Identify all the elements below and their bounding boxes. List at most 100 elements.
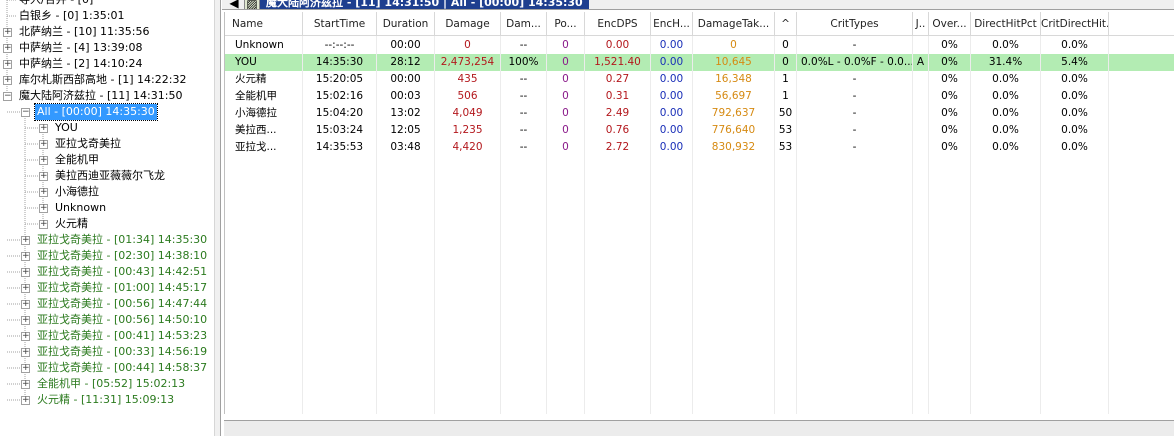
table-cell: 0.0% bbox=[1041, 122, 1109, 139]
table-cell: 15:02:16 bbox=[303, 88, 377, 105]
tree-item-label: 北萨纳兰 - [10] 11:35:56 bbox=[19, 25, 150, 38]
header-col-critdirecthit[interactable]: CritDirectHit... bbox=[1041, 12, 1109, 36]
expand-icon[interactable]: + bbox=[39, 220, 48, 229]
header-col-job[interactable]: J.. bbox=[913, 12, 929, 36]
table-cell: - bbox=[797, 71, 913, 88]
table-cell: 1 bbox=[775, 88, 797, 105]
header-col-damage-taken[interactable]: DamageTak... bbox=[693, 12, 775, 36]
table-cell: 0.00 bbox=[651, 37, 693, 54]
table-row[interactable]: 全能机甲 15:02:16 00:03 506 -- 0 0.31 0.00 56,697 1-0… bbox=[225, 88, 1174, 105]
tree-item-label: 亚拉戈奇美拉 - [00:56] 14:50:10 bbox=[37, 313, 208, 326]
table-cell: -- bbox=[501, 88, 547, 105]
header-col-damage[interactable]: Damage bbox=[435, 12, 501, 36]
header-col-sort[interactable]: ^ bbox=[775, 12, 797, 36]
expand-icon[interactable]: + bbox=[39, 124, 48, 133]
header-col-starttime[interactable]: StartTime bbox=[303, 12, 377, 36]
table-cell: 0% bbox=[929, 105, 971, 122]
expand-icon[interactable]: + bbox=[3, 60, 12, 69]
table-cell: -- bbox=[501, 105, 547, 122]
expand-icon[interactable]: + bbox=[21, 380, 30, 389]
header-col-name[interactable]: Name bbox=[225, 12, 303, 36]
expand-icon[interactable]: + bbox=[21, 396, 30, 405]
table-row[interactable]: 火元精 15:20:05 00:00 435 -- 0 0.27 0.00 16,348 1-0%… bbox=[225, 71, 1174, 88]
panel-splitter[interactable] bbox=[214, 0, 221, 436]
table-cell: 00:00 bbox=[377, 71, 435, 88]
table-cell: 0.0%L - 0.0%F - 0.0... bbox=[797, 54, 913, 71]
tree-item-label: 亚拉戈奇美拉 bbox=[55, 137, 121, 150]
header-col-enchps[interactable]: EncH... bbox=[651, 12, 693, 36]
table-cell: 0.00 bbox=[585, 37, 651, 54]
table-cell: 1,521.40 bbox=[585, 54, 651, 71]
expand-icon[interactable]: + bbox=[3, 28, 12, 37]
header-col-damage-pct[interactable]: Dam... bbox=[501, 12, 547, 36]
table-cell: -- bbox=[501, 71, 547, 88]
collapse-icon[interactable]: − bbox=[3, 92, 12, 101]
back-arrow-icon[interactable]: ◀ bbox=[226, 0, 242, 9]
table-cell: 00:00 bbox=[377, 37, 435, 54]
table-cell: 0.00 bbox=[651, 71, 693, 88]
expand-icon[interactable]: + bbox=[21, 236, 30, 245]
table-cell: 0.0% bbox=[1041, 37, 1109, 54]
expand-icon[interactable]: + bbox=[3, 44, 12, 53]
header-col-overheal[interactable]: Over... bbox=[929, 12, 971, 36]
expand-icon[interactable]: + bbox=[21, 300, 30, 309]
table-cell: 0 bbox=[435, 37, 501, 54]
table-cell: 0% bbox=[929, 88, 971, 105]
table-row[interactable]: Unknown --:--:-- 00:00 0 -- 0 0.00 0.00 0 0-0% 0.0… bbox=[225, 37, 1174, 54]
expand-icon[interactable]: + bbox=[21, 364, 30, 373]
table-cell: 0 bbox=[547, 139, 585, 156]
table-cell: 0.0% bbox=[971, 37, 1041, 54]
expand-icon[interactable]: + bbox=[39, 172, 48, 181]
header-col-directhit-pct[interactable]: DirectHitPct bbox=[971, 12, 1041, 36]
expand-icon[interactable]: + bbox=[21, 348, 30, 357]
table-cell: -- bbox=[501, 122, 547, 139]
tree-item-label: 亚拉戈奇美拉 - [00:56] 14:47:44 bbox=[37, 297, 208, 310]
table-cell: 53 bbox=[775, 122, 797, 139]
table-cell: 2,473,254 bbox=[435, 54, 501, 71]
encounter-tree[interactable]: 导入/合并 - [0]白银乡 - [0] 1:35:01 + 北萨纳兰 - [10]… bbox=[0, 0, 214, 436]
expand-icon[interactable]: + bbox=[39, 156, 48, 165]
tree-item-label: 亚拉戈奇美拉 - [01:34] 14:35:30 bbox=[37, 233, 208, 246]
table-cell bbox=[913, 122, 929, 139]
table-row[interactable]: 美拉西... 15:03:24 12:05 1,235 -- 0 0.76 0.00 776,6… bbox=[225, 122, 1174, 139]
tree-item-label: 火元精 - [11:31] 15:09:13 bbox=[37, 393, 175, 406]
tree-item-label: 亚拉戈奇美拉 - [00:43] 14:42:51 bbox=[37, 265, 208, 278]
table-cell: 03:48 bbox=[377, 139, 435, 156]
expand-icon[interactable]: + bbox=[21, 252, 30, 261]
table-cell: -- bbox=[501, 139, 547, 156]
header-col-duration[interactable]: Duration bbox=[377, 12, 435, 36]
table-cell: 0.31 bbox=[585, 88, 651, 105]
table-cell: 0% bbox=[929, 37, 971, 54]
expand-icon[interactable]: + bbox=[39, 204, 48, 213]
table-cell: 亚拉戈... bbox=[225, 139, 303, 156]
table-row[interactable]: 小海德拉 15:04:20 13:02 4,049 -- 0 2.49 0.00 792,637… bbox=[225, 105, 1174, 122]
table-cell: 火元精 bbox=[225, 71, 303, 88]
expand-icon[interactable]: + bbox=[39, 188, 48, 197]
header-col-potency[interactable]: Po... bbox=[547, 12, 585, 36]
expand-icon[interactable]: + bbox=[3, 76, 12, 85]
table-row[interactable]: 亚拉戈... 14:35:53 03:48 4,420 -- 0 2.72 0.00 830,9… bbox=[225, 139, 1174, 156]
tree-item-label: 白银乡 - [0] 1:35:01 bbox=[19, 9, 125, 22]
expand-icon[interactable]: + bbox=[21, 284, 30, 293]
table-cell: 0% bbox=[929, 122, 971, 139]
tree-item-label: 亚拉戈奇美拉 - [01:00] 14:45:17 bbox=[37, 281, 208, 294]
header-col-encdps[interactable]: EncDPS bbox=[585, 12, 651, 36]
header-col-crit-types[interactable]: CritTypes bbox=[797, 12, 913, 36]
collapse-icon[interactable]: − bbox=[21, 108, 30, 117]
table-cell: A bbox=[913, 54, 929, 71]
table-row[interactable]: YOU 14:35:30 28:12 2,473,254 100% 0 1,521.40 0.… bbox=[225, 54, 1174, 71]
expand-icon[interactable]: + bbox=[21, 268, 30, 277]
expand-icon[interactable]: + bbox=[21, 332, 30, 341]
table-cell: - bbox=[797, 122, 913, 139]
combatant-table[interactable]: Name StartTime Duration Damage Dam... Po... En… bbox=[224, 12, 1174, 414]
expand-icon[interactable]: + bbox=[21, 316, 30, 325]
table-cell: 31.4% bbox=[971, 54, 1041, 71]
table-cell: 0 bbox=[547, 54, 585, 71]
tree-item-label: YOU bbox=[55, 121, 78, 134]
expand-icon[interactable]: + bbox=[39, 140, 48, 149]
picture-icon[interactable]: ▨ bbox=[244, 0, 260, 9]
table-cell: 0 bbox=[547, 122, 585, 139]
tree-item-label: 导入/合并 - [0] bbox=[17, 0, 95, 8]
table-cell: 0 bbox=[693, 37, 775, 54]
table-cell bbox=[913, 105, 929, 122]
